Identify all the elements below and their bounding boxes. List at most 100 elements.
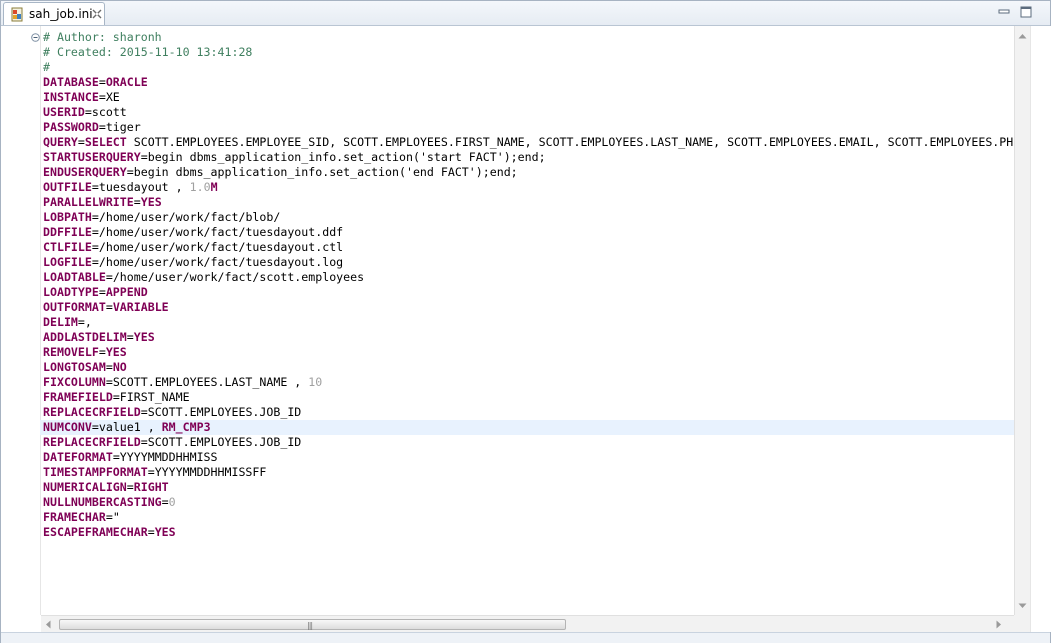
code-line[interactable]: DATABASE=ORACLE [43,75,1014,90]
code-line[interactable]: DDFFILE=/home/user/work/fact/tuesdayout.… [43,225,1014,240]
code-line[interactable]: ENDUSERQUERY=begin dbms_application_info… [43,165,1014,180]
code-token-key: ENDUSERQUERY [43,165,127,179]
code-line[interactable]: FRAMEFIELD=FIRST_NAME [43,390,1014,405]
code-line[interactable]: REMOVELF=YES [43,345,1014,360]
vertical-scrollbar[interactable] [1014,26,1031,615]
code-line[interactable]: LOBPATH=/home/user/work/fact/blob/ [43,210,1014,225]
code-line[interactable]: OUTFILE=tuesdayout , 1.0M [43,180,1014,195]
code-token-val: SCOTT.EMPLOYEES.JOB_ID [147,435,302,449]
code-line[interactable]: PARALLELWRITE=YES [43,195,1014,210]
code-line[interactable]: NULLNUMBERCASTING=0 [43,495,1014,510]
code-line[interactable]: TIMESTAMPFORMAT=YYYYMMDDHHMISSFF [43,465,1014,480]
code-line[interactable]: CTLFILE=/home/user/work/fact/tuesdayout.… [43,240,1014,255]
code-line[interactable]: REPLACECRFIELD=SCOTT.EMPLOYEES.JOB_ID [43,405,1014,420]
code-token-eq: = [140,150,148,164]
code-line[interactable]: DELIM=, [43,315,1014,330]
scroll-down-arrow-icon[interactable] [1018,603,1027,609]
code-line[interactable]: NUMCONV=value1 , RM_CMP3 [40,420,1014,435]
code-token-val: FIRST_NAME [119,390,190,404]
code-token-num: 1.0 [189,180,211,194]
scroll-left-arrow-icon[interactable] [45,620,51,629]
code-token-key: LOADTABLE [43,270,106,284]
code-token-key: LOGFILE [43,255,92,269]
code-line[interactable]: # Author: sharonh [43,30,1014,45]
editor-gutter [2,26,41,615]
code-token-eq: = [77,135,85,149]
code-token-key: REPLACECRFIELD [43,405,141,419]
code-token-key: INSTANCE [43,90,99,104]
code-token-val: /home/user/work/fact/scott.employees [112,270,365,284]
code-token-eq: = [91,210,99,224]
code-token-key: REMOVELF [43,345,99,359]
code-token-key: DATEFORMAT [43,450,113,464]
text-editor[interactable]: # Author: sharonh # Created: 2015-11-10 1… [2,26,1014,615]
scroll-grip-icon: ||| [307,621,313,630]
code-token-key: OUTFILE [43,180,92,194]
code-line[interactable]: DATEFORMAT=YYYYMMDDHHMISS [43,450,1014,465]
maximize-icon[interactable] [1019,5,1033,19]
code-token-val: tuesdayout , [98,180,190,194]
code-token-eq: = [147,465,155,479]
code-line[interactable]: STARTUSERQUERY=begin dbms_application_in… [43,150,1014,165]
ini-file-icon [11,7,23,22]
code-line[interactable]: LOADTYPE=APPEND [43,285,1014,300]
code-token-eq: = [98,285,106,299]
code-line[interactable]: LOGFILE=/home/user/work/fact/tuesdayout.… [43,255,1014,270]
code-token-kw: RIGHT [133,480,169,494]
code-token-val: /home/user/work/fact/tuesdayout.ctl [98,240,344,254]
minimize-icon[interactable] [997,5,1011,19]
code-line[interactable]: INSTANCE=XE [43,90,1014,105]
code-token-key: STARTUSERQUERY [43,150,141,164]
code-token-val: /home/user/work/fact/tuesdayout.ddf [98,225,344,239]
code-line[interactable]: LONGTOSAM=NO [43,360,1014,375]
code-line[interactable]: QUERY=SELECT SCOTT.EMPLOYEES.EMPLOYEE_SI… [43,135,1014,150]
code-token-comment: # Created: 2015-11-10 13:41:28 [43,45,253,59]
code-token-val: value1 , [98,420,162,434]
code-token-kw: YES [105,345,127,359]
code-line[interactable]: LOADTABLE=/home/user/work/fact/scott.emp… [43,270,1014,285]
code-line[interactable]: ESCAPEFRAMECHAR=YES [43,525,1014,540]
tab-sah-job-ini[interactable]: sah_job.ini [3,2,105,25]
code-token-key: DELIM [43,315,78,329]
code-token-key: USERID [43,105,85,119]
code-line[interactable]: ADDLASTDELIM=YES [43,330,1014,345]
code-token-kw: M [210,180,218,194]
code-token-val: SCOTT.EMPLOYEES.LAST_NAME , [112,375,309,389]
code-line[interactable]: OUTFORMAT=VARIABLE [43,300,1014,315]
scroll-up-arrow-icon[interactable] [1018,33,1027,39]
code-content[interactable]: # Author: sharonh # Created: 2015-11-10 1… [40,30,1014,540]
code-token-val: YYYYMMDDHHMISS [119,450,218,464]
code-token-kw: RM_CMP3 [161,420,211,434]
code-token-key: FRAMEFIELD [43,390,113,404]
code-line[interactable]: FIXCOLUMN=SCOTT.EMPLOYEES.LAST_NAME , 10 [43,375,1014,390]
code-token-eq: = [98,75,106,89]
code-line[interactable]: PASSWORD=tiger [43,120,1014,135]
code-line[interactable]: REPLACECRFIELD=SCOTT.EMPLOYEES.JOB_ID [43,435,1014,450]
code-token-key: LOBPATH [43,210,92,224]
code-token-key: FIXCOLUMN [43,375,106,389]
code-line[interactable]: # [43,60,1014,75]
close-icon[interactable] [92,9,102,19]
code-token-key: REPLACECRFIELD [43,435,141,449]
code-token-eq: = [105,270,113,284]
code-token-eq: = [98,90,106,104]
code-token-kw: ORACLE [105,75,148,89]
scroll-right-arrow-icon[interactable] [996,620,1002,629]
code-token-key: DDFFILE [43,225,92,239]
horizontal-scroll-thumb[interactable]: ||| [59,619,566,630]
code-line[interactable]: # Created: 2015-11-10 13:41:28 [43,45,1014,60]
code-token-eq: = [105,510,113,524]
horizontal-scrollbar[interactable]: ||| [41,615,1014,633]
code-line[interactable]: FRAMECHAR=" [43,510,1014,525]
code-line[interactable]: USERID=scott [43,105,1014,120]
code-token-val: scott [91,105,127,119]
code-token-key: OUTFORMAT [43,300,106,314]
code-token-eq: = [77,315,85,329]
code-token-eq: = [91,255,99,269]
collapse-minus-icon[interactable] [31,33,40,42]
code-line[interactable]: NUMERICALIGN=RIGHT [43,480,1014,495]
code-token-key: DATABASE [43,75,99,89]
scrollbar-corner [1014,615,1030,632]
code-token-eq: = [91,180,99,194]
code-token-eq: = [140,435,148,449]
